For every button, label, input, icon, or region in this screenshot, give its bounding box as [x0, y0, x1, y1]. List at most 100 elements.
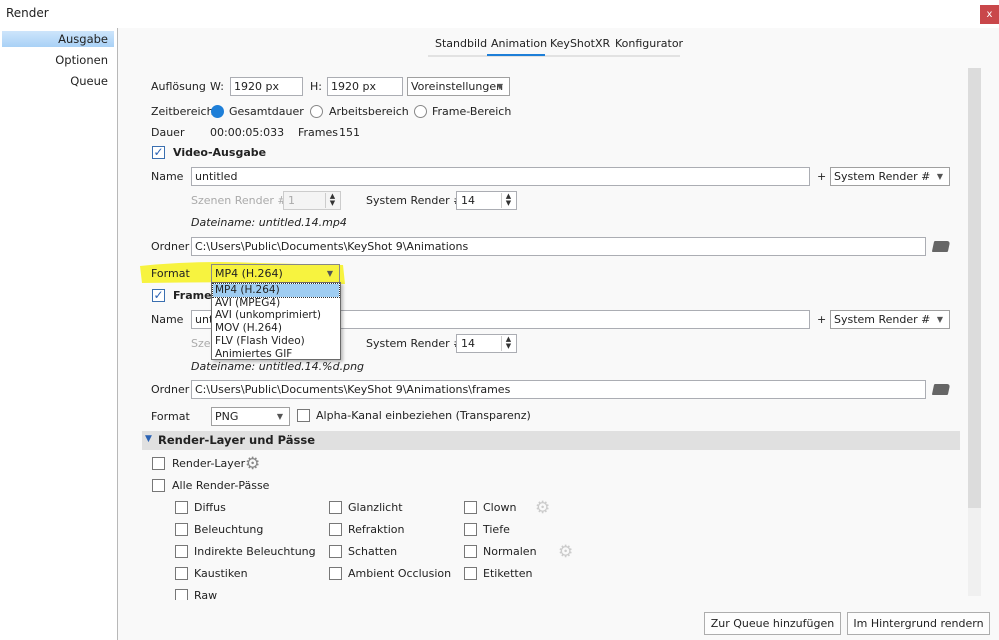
pass-checkbox-tiefe[interactable]	[464, 523, 477, 536]
frames-filename: Dateiname: untitled.14.%d.png	[191, 360, 365, 373]
gear-icon[interactable]: ⚙	[535, 500, 550, 517]
spin-arrows-icon: ▲ ▼	[325, 193, 339, 208]
radio-frame-bereich[interactable]	[414, 105, 427, 118]
format-dropdown-list[interactable]: MP4 (H.264) AVI (MPEG4) AVI (unkomprimiert…	[211, 282, 341, 360]
format-option[interactable]: MP4 (H.264)	[212, 283, 340, 298]
pass-checkbox-clown[interactable]	[464, 501, 477, 514]
folder-label: Ordner	[151, 383, 190, 396]
format-value: MP4 (H.264)	[215, 267, 283, 280]
pass-checkbox-ambient-occlusion[interactable]	[329, 567, 342, 580]
system-render-value: 14	[461, 194, 475, 207]
timerange-label: Zeitbereich	[151, 105, 214, 118]
frames-format-select[interactable]: PNG ▼	[211, 407, 290, 426]
render-background-button[interactable]: Im Hintergrund rendern	[847, 612, 990, 635]
all-passes-checkbox[interactable]	[152, 479, 165, 492]
tab-konfigurator[interactable]: Konfigurator	[615, 37, 683, 50]
format-option[interactable]: MOV (H.264)	[213, 322, 339, 335]
pass-label: Refraktion	[348, 523, 405, 536]
folder-icon[interactable]	[931, 384, 951, 395]
scrollbar-thumb[interactable]	[968, 68, 981, 508]
sidebar-item-optionen[interactable]: Optionen	[2, 52, 114, 68]
alpha-checkbox[interactable]	[297, 409, 310, 422]
all-passes-label: Alle Render-Pässe	[172, 479, 270, 492]
pass-label: Indirekte Beleuchtung	[194, 545, 316, 558]
pass-checkbox-normalen[interactable]	[464, 545, 477, 558]
frames-count-value: 151	[339, 126, 360, 139]
frames-system-render-spinbox[interactable]: 14 ▲ ▼	[456, 334, 517, 353]
tab-standbild[interactable]: Standbild	[435, 37, 487, 50]
suffix-value: System Render #	[834, 313, 931, 326]
sidebar-item-ausgabe[interactable]: Ausgabe	[2, 31, 114, 47]
system-render-label: System Render #	[366, 194, 463, 207]
video-format-select[interactable]: MP4 (H.264) ▼	[211, 264, 340, 283]
format-option[interactable]: AVI (unkomprimiert)	[213, 309, 339, 322]
radio-arbeitsbereich[interactable]	[310, 105, 323, 118]
passes-grid: Diffus Beleuchtung Indirekte Beleuchtung Ka…	[160, 495, 580, 600]
video-output-checkbox[interactable]: ✓	[152, 146, 165, 159]
alpha-label: Alpha-Kanal einbeziehen (Transparenz)	[316, 409, 531, 422]
chevron-down-icon: ▼	[145, 434, 152, 444]
format-option[interactable]: FLV (Flash Video)	[213, 335, 339, 348]
radio-label: Frame-Bereich	[432, 105, 512, 118]
spin-arrows-icon[interactable]: ▲ ▼	[501, 336, 515, 351]
format-option[interactable]: Animiertes GIF	[213, 348, 339, 361]
radio-gesamtdauer[interactable]	[211, 105, 224, 118]
render-layer-checkbox[interactable]	[152, 457, 165, 470]
pass-checkbox-raw[interactable]	[175, 589, 188, 600]
pass-checkbox-kaustiken[interactable]	[175, 567, 188, 580]
pass-label: Glanzlicht	[348, 501, 403, 514]
name-label: Name	[151, 170, 184, 183]
duration-label: Dauer	[151, 126, 185, 139]
chevron-down-icon: ▼	[326, 269, 333, 278]
system-render-spinbox[interactable]: 14 ▲ ▼	[456, 191, 517, 210]
format-option[interactable]: AVI (MPEG4)	[213, 297, 339, 310]
pass-checkbox-indirekte-beleuchtung[interactable]	[175, 545, 188, 558]
close-button[interactable]: x	[980, 5, 999, 24]
pass-checkbox-schatten[interactable]	[329, 545, 342, 558]
pass-checkbox-beleuchtung[interactable]	[175, 523, 188, 536]
pass-label: Tiefe	[483, 523, 510, 536]
height-input[interactable]: 1920 px	[327, 77, 403, 96]
presets-select[interactable]: Voreinstellungen ▼	[407, 77, 510, 96]
scrollbar-track[interactable]	[968, 68, 981, 596]
plus-sign: +	[817, 170, 827, 183]
pass-checkbox-etiketten[interactable]	[464, 567, 477, 580]
spin-arrows-icon[interactable]: ▲ ▼	[501, 193, 515, 208]
video-name-input[interactable]: untitled	[191, 167, 810, 186]
pass-checkbox-refraktion[interactable]	[329, 523, 342, 536]
frames-checkbox[interactable]: ✓	[152, 289, 165, 302]
chevron-down-icon: ▼	[936, 315, 943, 324]
tab-bar-line	[428, 55, 680, 57]
scene-render-label: Szenen Render #	[191, 194, 287, 207]
plus-sign: +	[817, 313, 827, 326]
width-input[interactable]: 1920 px	[230, 77, 303, 96]
pass-label: Kaustiken	[194, 567, 248, 580]
pass-label: Etiketten	[483, 567, 533, 580]
sidebar-item-queue[interactable]: Queue	[2, 73, 114, 89]
gear-icon[interactable]: ⚙	[558, 544, 573, 561]
pass-checkbox-diffus[interactable]	[175, 501, 188, 514]
height-label: H:	[310, 80, 322, 93]
video-suffix-select[interactable]: System Render # ▼	[830, 167, 950, 186]
tab-keyshotxr[interactable]: KeyShotXR	[550, 37, 610, 50]
pass-checkbox-glanzlicht[interactable]	[329, 501, 342, 514]
width-label: W:	[210, 80, 224, 93]
folder-icon[interactable]	[931, 241, 951, 252]
pass-label: Raw	[194, 589, 218, 600]
frames-folder-input[interactable]: C:\Users\Public\Documents\KeyShot 9\Anim…	[191, 380, 926, 399]
video-folder-input[interactable]: C:\Users\Public\Documents\KeyShot 9\Anim…	[191, 237, 926, 256]
frames-suffix-select[interactable]: System Render # ▼	[830, 310, 950, 329]
active-tab-indicator	[487, 54, 545, 56]
gear-icon[interactable]: ⚙	[245, 456, 260, 473]
video-output-label: Video-Ausgabe	[173, 146, 267, 159]
pass-label: Diffus	[194, 501, 226, 514]
chevron-down-icon: ▼	[276, 412, 283, 421]
chevron-down-icon: ▼	[496, 82, 503, 91]
scene-render-spinbox: 1 ▲ ▼	[283, 191, 341, 210]
frames-count-label: Frames	[298, 126, 339, 139]
system-render-label: System Render #	[366, 337, 463, 350]
tab-animation[interactable]: Animation	[491, 37, 547, 50]
add-to-queue-button[interactable]: Zur Queue hinzufügen	[704, 612, 841, 635]
pass-label: Beleuchtung	[194, 523, 264, 536]
section-header-render-layer[interactable]: ▼ Render-Layer und Pässe	[142, 431, 960, 450]
